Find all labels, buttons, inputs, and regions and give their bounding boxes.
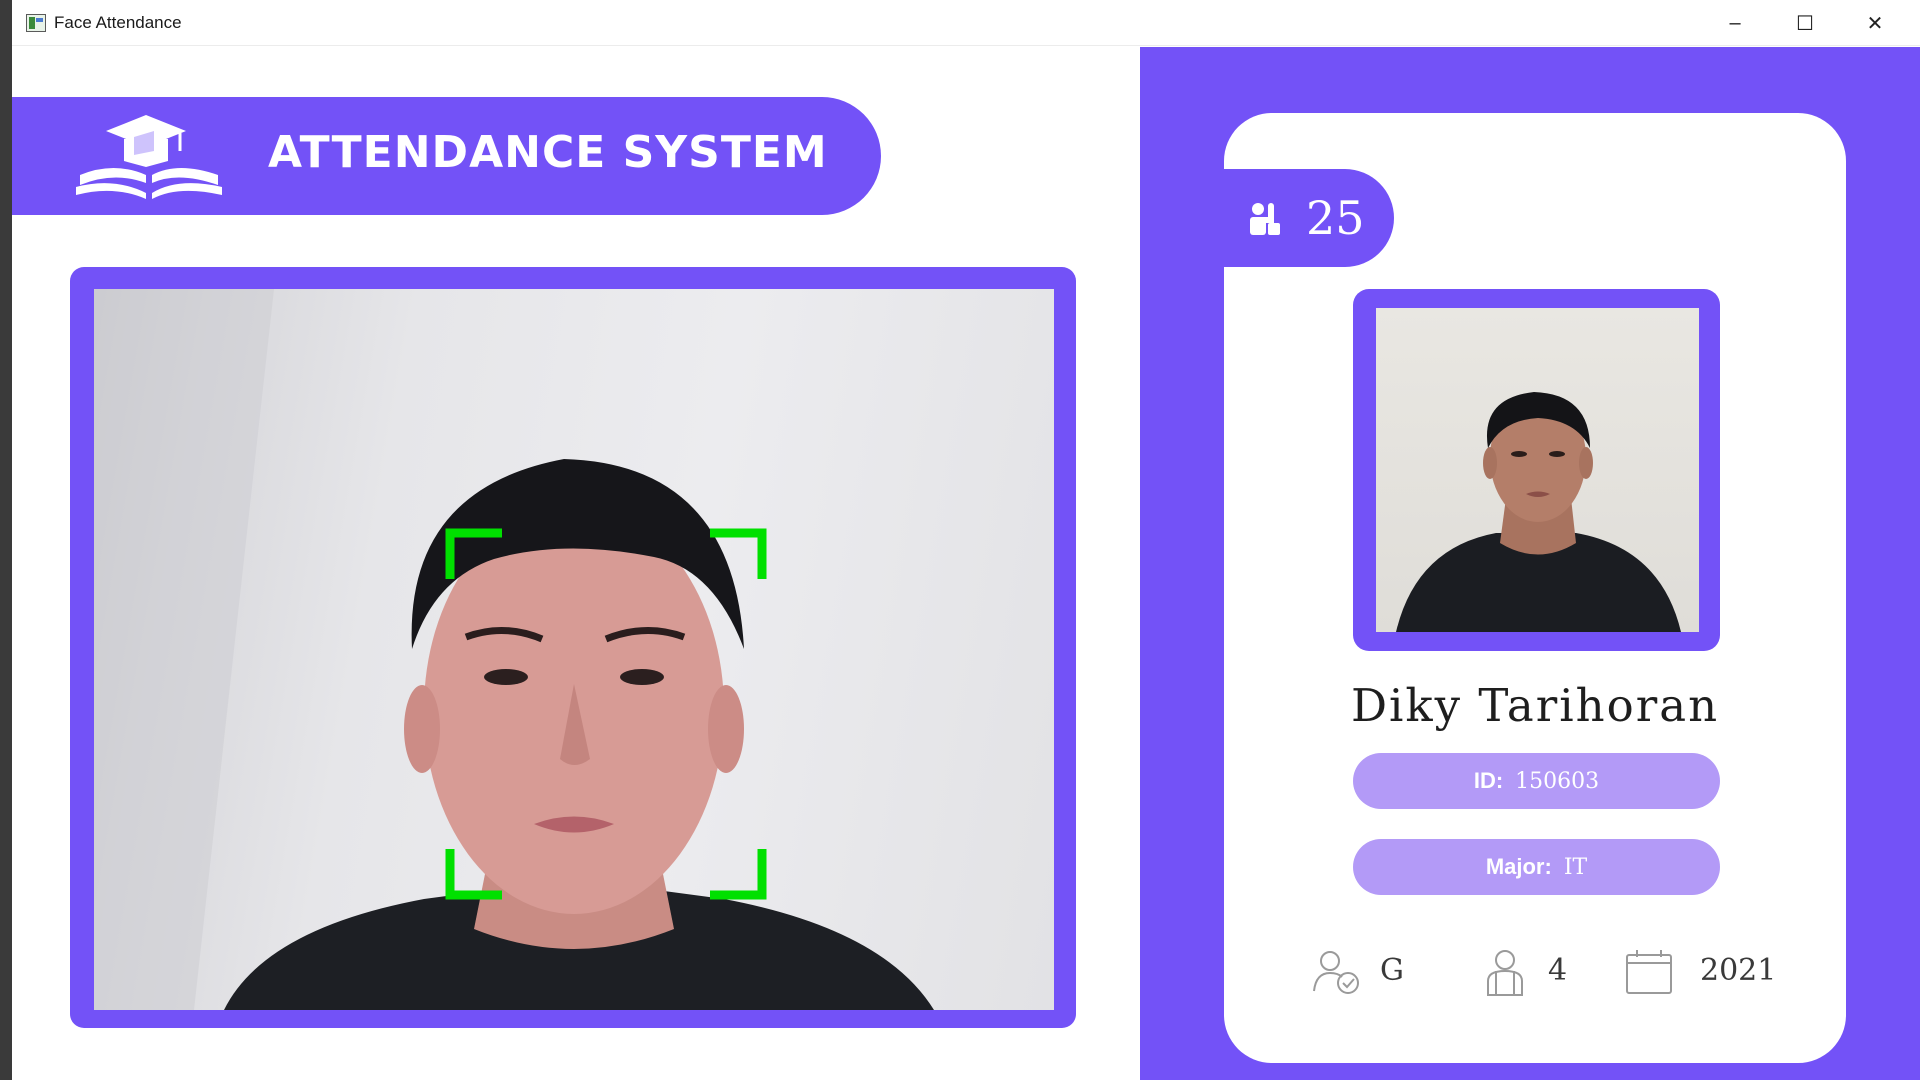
standing-value: G [1380,953,1404,988]
app-window: Face Attendance – ☐ ✕ ATTENDANCE SYSTEM [12,0,1920,1080]
student-photo-frame [1353,289,1720,651]
maximize-button[interactable]: ☐ [1770,0,1840,46]
graduation-book-icon [76,115,222,199]
student-info-panel: 25 Diky Tarihoran ID: 150603 Major: IT G… [1140,47,1920,1080]
close-button[interactable]: ✕ [1840,0,1910,46]
face-detection-box [445,528,767,900]
student-major-label: Major: [1485,854,1552,879]
student-id-value: 150603 [1515,768,1600,794]
calendar-icon [1626,950,1672,994]
student-major-value: IT [1563,854,1588,880]
student-major-pill: Major: IT [1353,839,1720,895]
year-value: 4 [1548,953,1568,988]
total-attendance: 25 [1306,191,1365,245]
header-banner: ATTENDANCE SYSTEM [12,97,881,215]
hand-raise-icon [1250,203,1280,235]
user-check-icon [1313,951,1359,994]
starting-year-value: 2021 [1700,953,1777,988]
app-title: ATTENDANCE SYSTEM [268,127,828,178]
student-id-label: ID: [1473,768,1504,793]
app-icon [26,14,46,32]
student-photo [1376,308,1699,632]
desktop-background [0,0,12,1080]
attendance-count-badge: 25 [1224,169,1394,267]
camera-panel: ATTENDANCE SYSTEM [12,47,1140,1080]
window-title: Face Attendance [54,13,182,32]
camera-frame [70,267,1076,1028]
student-icon [1487,950,1523,996]
student-stats: G 4 2021 [1224,943,1846,1003]
student-card: 25 Diky Tarihoran ID: 150603 Major: IT G… [1224,113,1846,1063]
title-bar: Face Attendance – ☐ ✕ [12,0,1920,46]
student-id-pill: ID: 150603 [1353,753,1720,809]
minimize-button[interactable]: – [1700,0,1770,46]
student-name: Diky Tarihoran [1350,679,1720,732]
camera-feed [94,289,1054,1010]
